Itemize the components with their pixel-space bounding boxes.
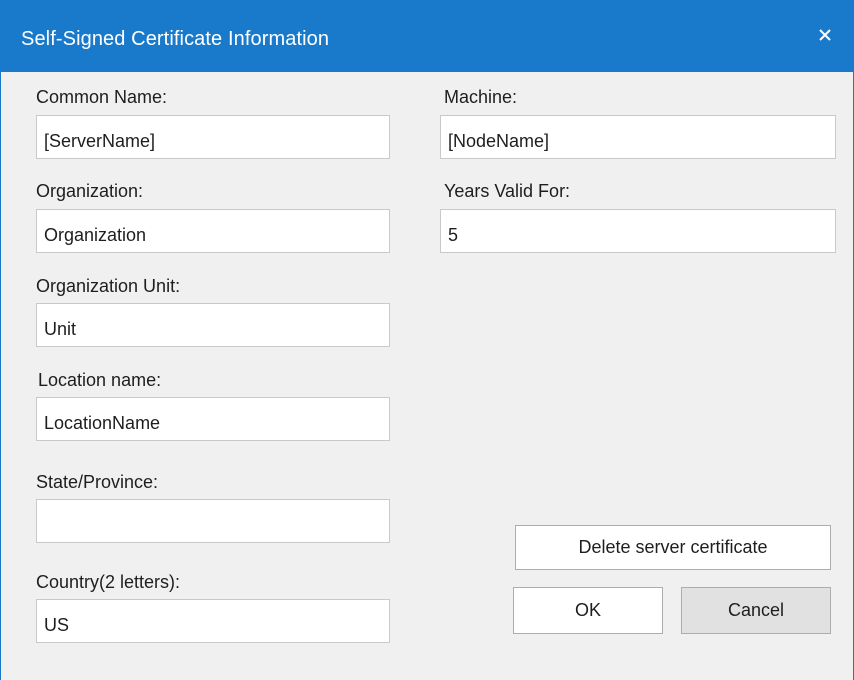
cancel-button[interactable]: Cancel xyxy=(681,587,831,634)
title-bar[interactable]: Self-Signed Certificate Information xyxy=(1,0,853,72)
years-valid-input[interactable] xyxy=(440,209,836,253)
location-name-label: Location name: xyxy=(38,370,162,390)
country-label: Country(2 letters): xyxy=(36,572,181,592)
state-province-label: State/Province: xyxy=(36,472,159,492)
common-name-input[interactable] xyxy=(36,115,390,159)
years-valid-label: Years Valid For: xyxy=(444,181,571,201)
organization-unit-input[interactable] xyxy=(36,303,390,347)
organization-unit-label: Organization Unit: xyxy=(36,276,181,296)
state-province-input[interactable] xyxy=(36,499,390,543)
close-button[interactable] xyxy=(797,10,853,60)
common-name-label: Common Name: xyxy=(36,87,168,107)
machine-input[interactable] xyxy=(440,115,836,159)
delete-server-certificate-button[interactable]: Delete server certificate xyxy=(515,525,831,570)
dialog-content: Common Name: Organization: Organization … xyxy=(1,72,853,680)
organization-input[interactable] xyxy=(36,209,390,253)
ok-button[interactable]: OK xyxy=(513,587,663,634)
country-input[interactable] xyxy=(36,599,390,643)
organization-label: Organization: xyxy=(36,181,144,201)
machine-label: Machine: xyxy=(444,87,518,107)
certificate-dialog: Self-Signed Certificate Information Comm… xyxy=(0,0,854,680)
close-icon xyxy=(819,29,831,41)
dialog-title: Self-Signed Certificate Information xyxy=(21,28,330,50)
location-name-input[interactable] xyxy=(36,397,390,441)
